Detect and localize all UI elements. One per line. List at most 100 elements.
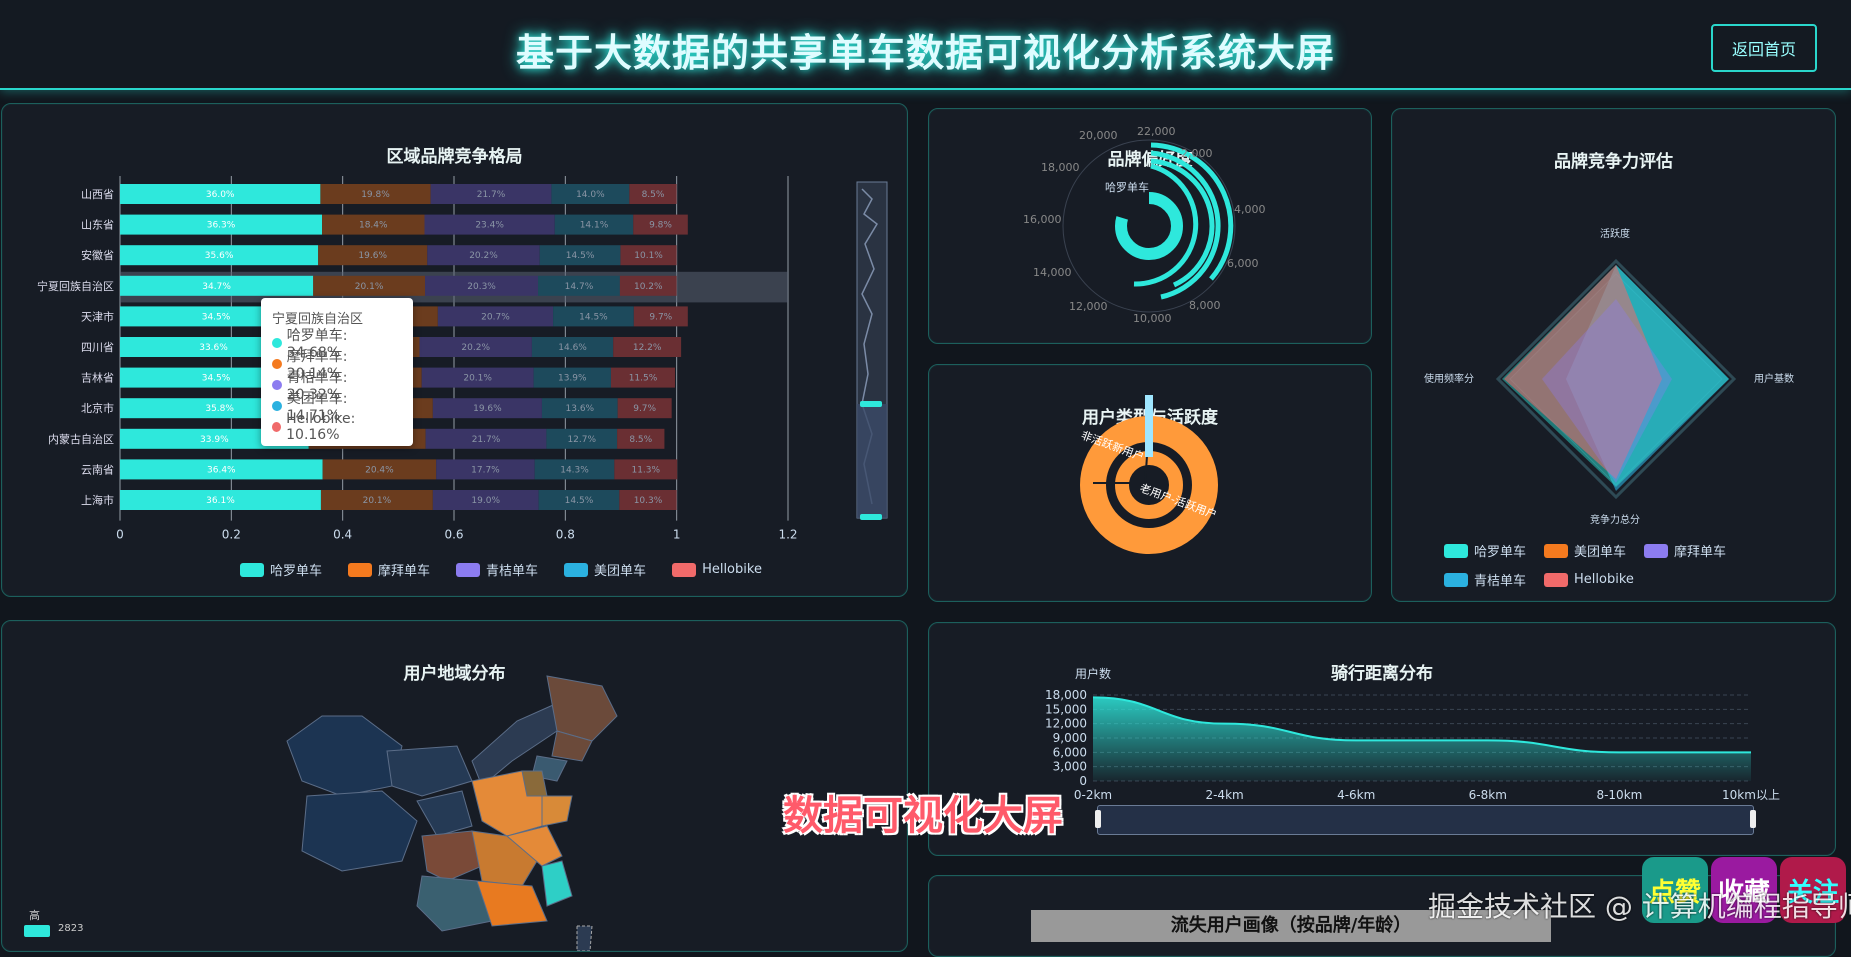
bar-data-label: 36.4% — [207, 465, 236, 475]
legend-item[interactable]: 青桔单车 — [1444, 570, 1526, 589]
polar-tick: 14,000 — [1033, 266, 1072, 279]
y-tick-label: 0 — [1079, 774, 1087, 788]
legend-item[interactable]: 摩拜单车 — [348, 560, 430, 579]
user-region-panel: 用户地域分布 高 2823 — [1, 620, 908, 952]
y-tick-label: 18,000 — [1045, 688, 1087, 702]
x-tick-label: 0 — [116, 528, 124, 542]
china-map — [286, 675, 618, 951]
bar-data-label: 9.7% — [649, 312, 672, 322]
region-brand-chart: 0 0.2 0.4 0.6 0.8 1 1.2 山西省 36.0% 19.8% 21.7% 14.0%… — [37, 176, 888, 542]
legend-item[interactable]: 美团单车 — [1544, 541, 1626, 560]
y-category-label: 山东省 — [81, 219, 114, 232]
ride-distance-panel: 骑行距离分布 18,000 15,000 12,000 9,000 6,000 3,000… — [928, 622, 1836, 856]
back-home-button[interactable]: 返回首页 — [1711, 24, 1817, 72]
radar-indicator: 活跃度 — [1600, 227, 1630, 240]
polar-tick: 18,000 — [1041, 161, 1080, 174]
bar-data-label: 33.9% — [200, 435, 229, 445]
polar-tick: 2,000 — [1181, 147, 1213, 160]
x-tick-label: 0-2km — [1074, 788, 1112, 802]
user-type-panel: 用户类型与活跃度 非活跃新用户 老用户-活跃用户 — [928, 364, 1372, 602]
x-tick-label: 0.4 — [333, 528, 352, 542]
top-header: 基于大数据的共享单车数据可视化分析系统大屏 返回首页 — [0, 0, 1851, 90]
polar-inner-label: 哈罗单车 — [1105, 180, 1149, 194]
y-category-label: 北京市 — [81, 401, 114, 415]
ride-distance-ylabel: 用户数 — [1075, 667, 1112, 681]
y-category-label: 内蒙古自治区 — [48, 432, 114, 446]
bar-data-label: 18.4% — [359, 221, 388, 231]
y-category-label: 天津市 — [81, 309, 114, 323]
legend-item[interactable]: 美团单车 — [564, 560, 646, 579]
bar-data-label: 12.2% — [633, 343, 662, 353]
y-category-label: 安徽省 — [81, 248, 114, 262]
polar-tick: 6,000 — [1227, 257, 1259, 270]
bar-data-label: 17.7% — [471, 465, 500, 475]
radar-indicator: 竞争力总分 — [1590, 513, 1640, 526]
bar-data-label: 36.0% — [206, 190, 235, 200]
legend-item[interactable]: 哈罗单车 — [1444, 541, 1526, 560]
x-tick-label: 1.2 — [778, 528, 797, 542]
x-tick-label: 4-6km — [1337, 788, 1375, 802]
zoom-handle-bottom — [860, 514, 882, 520]
bar-data-label: 10.1% — [634, 251, 663, 261]
zoom-window — [857, 404, 887, 518]
slider-handle-right[interactable] — [1750, 810, 1756, 828]
y-category-label: 四川省 — [81, 341, 114, 354]
x-tick-label: 0.6 — [444, 528, 463, 542]
bar-data-label: 36.1% — [206, 496, 235, 506]
bar-data-label: 14.3% — [560, 465, 589, 475]
polar-tick: 16,000 — [1023, 213, 1062, 226]
legend-item[interactable]: Hellobike — [672, 560, 762, 579]
y-tick-label: 15,000 — [1045, 702, 1087, 716]
polar-bar-rings — [1115, 142, 1234, 300]
legend-item[interactable]: Hellobike — [1544, 570, 1634, 589]
legend-item[interactable]: 哈罗单车 — [240, 560, 322, 579]
map-legend-value: 2823 — [58, 923, 84, 934]
bar-data-label: 20.4% — [365, 465, 394, 475]
polar-tick: 10,000 — [1133, 312, 1172, 325]
credit-text: 掘金技术社区 @ 计算机编程指导师 — [1428, 890, 1851, 923]
bar-data-label: 35.8% — [205, 404, 234, 414]
bar-data-label: 21.7% — [472, 435, 501, 445]
data-zoom-slider[interactable] — [1095, 805, 1756, 835]
x-tick-label: 2-4km — [1205, 788, 1243, 802]
bar-data-label: 8.5% — [642, 190, 665, 200]
legend-item[interactable]: 青桔单车 — [456, 560, 538, 579]
bar-data-label: 12.7% — [567, 435, 596, 445]
bar-data-label: 36.3% — [207, 221, 236, 231]
area-fill — [1093, 697, 1751, 781]
bar-data-label: 13.9% — [558, 374, 587, 384]
tooltip-row: Hellobike: 10.16% — [272, 411, 402, 443]
bar-data-label: 19.8% — [361, 190, 390, 200]
bar-data-label: 14.7% — [565, 282, 594, 292]
y-category-label: 宁夏回族自治区 — [37, 279, 114, 293]
bar-data-label: 14.5% — [566, 251, 595, 261]
y-category-label: 吉林省 — [81, 371, 114, 385]
page-title: 基于大数据的共享单车数据可视化分析系统大屏 — [515, 31, 1335, 75]
y-tick-label: 3,000 — [1053, 760, 1087, 774]
x-tick-label: 1 — [673, 528, 681, 542]
bar-data-label: 11.5% — [629, 374, 658, 384]
map-legend-bar[interactable] — [24, 925, 50, 937]
bar-data-label: 20.1% — [355, 282, 384, 292]
bar-data-label: 14.6% — [558, 343, 587, 353]
brand-preference-chart: 哈罗单车 22,000 2,000 4,000 6,000 8,000 10,0… — [1023, 125, 1266, 325]
x-tick-label: 0.2 — [222, 528, 241, 542]
y-tick-label: 6,000 — [1053, 745, 1087, 759]
watermark-text: 数据可视化大屏 — [783, 793, 1063, 839]
y-category-label: 山西省 — [81, 188, 114, 201]
bar-data-label: 10.2% — [634, 282, 663, 292]
bar-data-label: 20.1% — [463, 374, 492, 384]
bar-data-label: 34.5% — [202, 312, 231, 322]
bar-data-label: 9.8% — [649, 221, 672, 231]
bar-data-label: 19.6% — [358, 251, 387, 261]
bar-data-label: 9.7% — [633, 404, 656, 414]
y-tick-label: 9,000 — [1053, 731, 1087, 745]
bar-data-label: 34.5% — [202, 374, 231, 384]
legend-item[interactable]: 摩拜单车 — [1644, 541, 1726, 560]
region-brand-legend: 哈罗单车 摩拜单车 青桔单车 美团单车 Hellobike — [240, 560, 762, 579]
bar-data-label: 20.1% — [363, 496, 392, 506]
x-tick-label: 10km以上 — [1722, 788, 1780, 802]
bar-data-label: 14.5% — [565, 496, 594, 506]
polar-tick: 20,000 — [1079, 129, 1118, 142]
slider-handle-left[interactable] — [1095, 810, 1101, 828]
